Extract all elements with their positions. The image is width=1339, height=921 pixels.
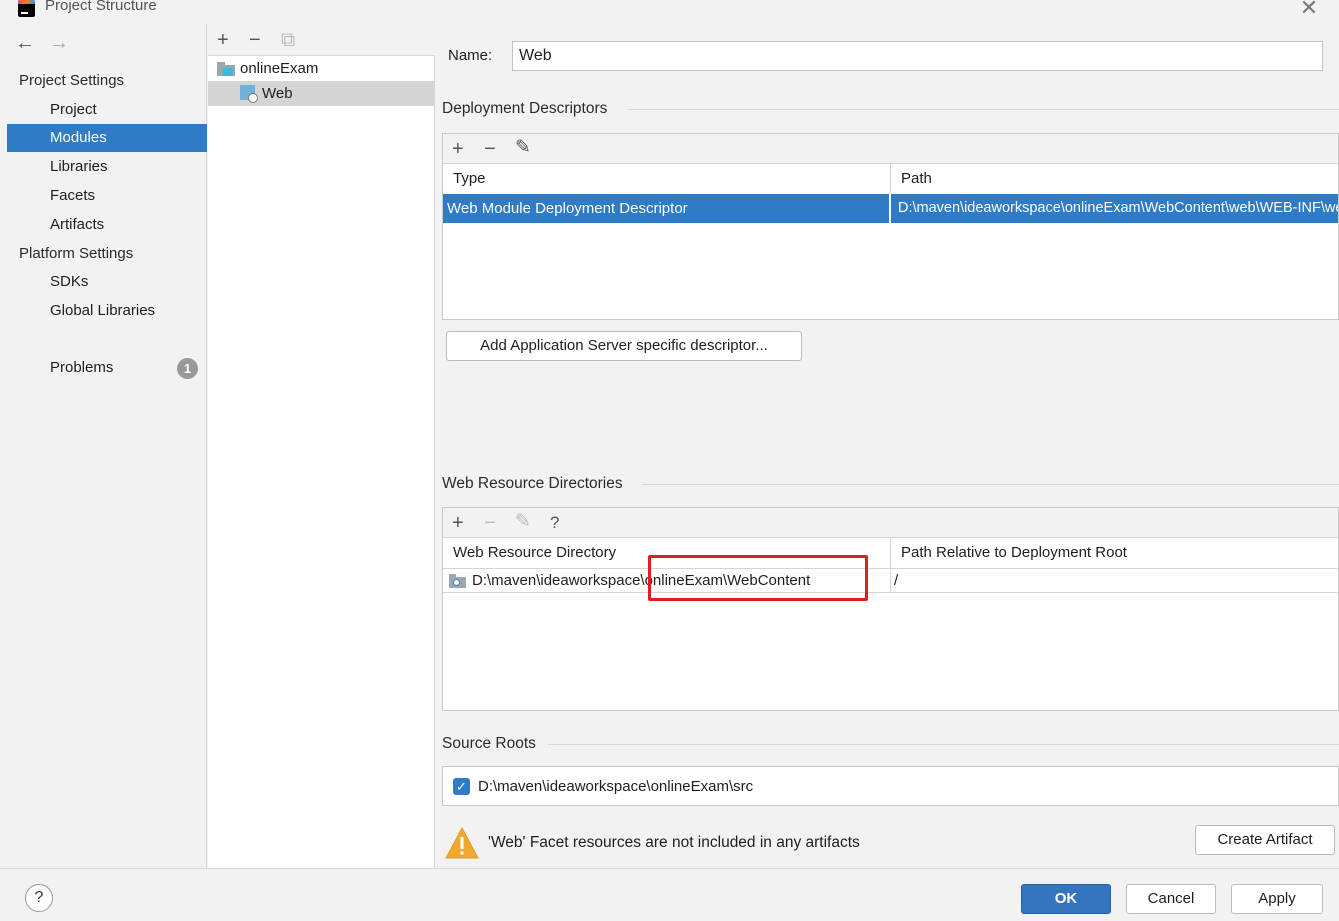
help-button[interactable]: ? bbox=[25, 884, 53, 912]
tree-item-label: Web bbox=[262, 85, 293, 102]
deployment-toolbar: + − ✎ bbox=[443, 134, 1338, 164]
title-bar: Project Structure ✕ bbox=[0, 0, 1339, 24]
warning-icon bbox=[445, 826, 479, 859]
nav-item-sdks[interactable]: SDKs bbox=[7, 268, 207, 296]
name-label: Name: bbox=[448, 47, 493, 64]
tree-item-label: onlineExam bbox=[240, 60, 319, 77]
group-divider bbox=[642, 484, 1339, 485]
nav-item-modules[interactable]: Modules bbox=[7, 124, 207, 152]
web-resources-toolbar: + − ✎ ? bbox=[443, 508, 1338, 538]
web-resource-directories-title: Web Resource Directories bbox=[442, 475, 623, 492]
settings-nav: ← → Project Settings Project Modules Lib… bbox=[7, 24, 207, 868]
source-roots-title: Source Roots bbox=[442, 735, 536, 752]
deployment-descriptors-title: Deployment Descriptors bbox=[442, 100, 608, 117]
module-folder-icon bbox=[217, 62, 235, 76]
nav-item-project[interactable]: Project bbox=[7, 96, 207, 124]
remove-resource-button[interactable]: − bbox=[484, 513, 496, 533]
group-divider bbox=[548, 744, 1339, 745]
cancel-button[interactable]: Cancel bbox=[1126, 884, 1216, 914]
forward-arrow-icon[interactable]: → bbox=[49, 32, 69, 55]
create-artifact-button[interactable]: Create Artifact bbox=[1195, 825, 1335, 855]
column-separator bbox=[890, 538, 891, 568]
add-resource-button[interactable]: + bbox=[452, 513, 464, 533]
relative-path-cell: / bbox=[894, 572, 899, 589]
deployment-descriptors-table: + − ✎ Type Path Web Module Deployment De… bbox=[442, 133, 1339, 320]
edit-pencil-icon[interactable]: ✎ bbox=[515, 138, 531, 158]
column-separator bbox=[890, 164, 891, 194]
dialog-footer: ? OK Cancel Apply bbox=[0, 868, 1339, 921]
descriptor-type-cell: Web Module Deployment Descriptor bbox=[447, 200, 688, 217]
copy-module-button[interactable]: ⧉ bbox=[281, 30, 295, 50]
nav-item-global-libraries[interactable]: Global Libraries bbox=[7, 297, 207, 325]
cell-divider bbox=[889, 194, 891, 223]
resource-directory-cell: D:\maven\ideaworkspace\onlineExam\WebCon… bbox=[472, 572, 811, 589]
ok-button[interactable]: OK bbox=[1021, 884, 1111, 914]
problems-count-badge: 1 bbox=[177, 358, 198, 379]
column-header-path[interactable]: Path bbox=[891, 164, 932, 194]
source-root-checkbox[interactable]: ✓ bbox=[453, 778, 470, 795]
table-row[interactable]: Web Module Deployment Descriptor D:\mave… bbox=[443, 194, 1338, 223]
column-header-relative-path[interactable]: Path Relative to Deployment Root bbox=[891, 538, 1127, 568]
apply-button[interactable]: Apply bbox=[1231, 884, 1323, 914]
window-title: Project Structure bbox=[45, 0, 157, 14]
remove-descriptor-button[interactable]: − bbox=[484, 139, 496, 159]
source-roots-list: ✓ D:\maven\ideaworkspace\onlineExam\src bbox=[442, 766, 1339, 806]
nav-item-facets[interactable]: Facets bbox=[7, 182, 207, 210]
tree-toolbar: + − ⧉ bbox=[208, 24, 435, 56]
group-divider bbox=[628, 109, 1339, 110]
remove-module-button[interactable]: − bbox=[249, 30, 261, 50]
web-resource-folder-icon bbox=[449, 574, 466, 588]
tree-item-onlineexam[interactable]: onlineExam bbox=[208, 56, 435, 81]
project-settings-header: Project Settings bbox=[19, 72, 125, 89]
source-root-path: D:\maven\ideaworkspace\onlineExam\src bbox=[478, 778, 754, 795]
web-facet-icon bbox=[240, 85, 258, 103]
column-separator bbox=[890, 568, 891, 592]
web-resource-directories-table: + − ✎ ? Web Resource Directory Path Rela… bbox=[442, 507, 1339, 711]
nav-item-artifacts[interactable]: Artifacts bbox=[7, 211, 207, 239]
add-module-button[interactable]: + bbox=[217, 30, 229, 50]
help-question-icon[interactable]: ? bbox=[550, 513, 559, 533]
close-icon[interactable]: ✕ bbox=[1299, 0, 1319, 19]
nav-item-libraries[interactable]: Libraries bbox=[7, 153, 207, 181]
add-descriptor-button[interactable]: + bbox=[452, 139, 464, 159]
intellij-logo-icon bbox=[18, 0, 35, 17]
facet-settings-panel: Name: Deployment Descriptors + − ✎ Type … bbox=[436, 24, 1339, 868]
column-header-type[interactable]: Type bbox=[443, 164, 486, 194]
tree-item-web[interactable]: Web bbox=[208, 81, 435, 106]
descriptor-path-cell: D:\maven\ideaworkspace\onlineExam\WebCon… bbox=[898, 200, 1338, 216]
name-field[interactable] bbox=[512, 41, 1323, 71]
edit-pencil-icon[interactable]: ✎ bbox=[515, 512, 531, 532]
module-tree-panel: + − ⧉ onlineExam Web bbox=[208, 24, 435, 868]
add-server-descriptor-button[interactable]: Add Application Server specific descript… bbox=[446, 331, 802, 361]
platform-settings-header: Platform Settings bbox=[19, 245, 134, 262]
back-arrow-icon[interactable]: ← bbox=[15, 32, 35, 55]
warning-message: 'Web' Facet resources are not included i… bbox=[488, 834, 860, 851]
column-header-web-resource-directory[interactable]: Web Resource Directory bbox=[443, 538, 616, 568]
row-divider bbox=[443, 592, 1338, 593]
